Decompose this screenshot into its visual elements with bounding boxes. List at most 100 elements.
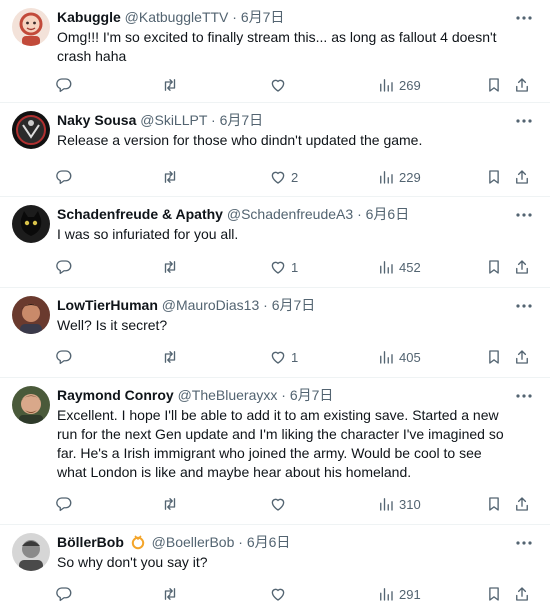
- tweet-date[interactable]: 6月6日: [366, 206, 410, 222]
- bookmark-button[interactable]: [485, 347, 503, 367]
- author-name[interactable]: BöllerBob: [57, 534, 124, 550]
- retweet-button[interactable]: [161, 167, 179, 187]
- more-horizontal-icon[interactable]: [514, 111, 534, 131]
- more-horizontal-icon[interactable]: [514, 296, 534, 316]
- retweet-button[interactable]: [161, 257, 179, 277]
- avatar[interactable]: [12, 205, 50, 243]
- tweet-date[interactable]: 6月7日: [290, 387, 334, 403]
- author-name[interactable]: Naky Sousa: [57, 112, 136, 128]
- author-handle[interactable]: @BoellerBob: [152, 534, 235, 550]
- more-horizontal-icon[interactable]: [514, 386, 534, 406]
- share-button[interactable]: [513, 494, 531, 514]
- tweet-date[interactable]: 6月7日: [241, 9, 285, 25]
- share-button[interactable]: [513, 347, 531, 367]
- share-button[interactable]: [513, 257, 531, 277]
- view-count: 405: [399, 349, 421, 365]
- views-chart-icon: [380, 351, 393, 364]
- avatar[interactable]: [12, 533, 50, 571]
- heart-icon: [271, 79, 285, 92]
- views-chart-icon: [380, 171, 393, 184]
- view-count: 229: [399, 169, 421, 185]
- more-horizontal-icon[interactable]: [514, 533, 534, 553]
- retweet-icon: [164, 498, 176, 510]
- retweet-button[interactable]: [161, 584, 179, 604]
- bookmark-button[interactable]: [485, 257, 503, 277]
- heart-icon: [271, 171, 285, 184]
- like-button[interactable]: 1: [269, 257, 298, 277]
- retweet-button[interactable]: [161, 494, 179, 514]
- reply-button[interactable]: [55, 257, 73, 277]
- share-icon: [516, 497, 528, 511]
- author-name[interactable]: Schadenfreude & Apathy: [57, 206, 223, 222]
- view-count: 310: [399, 496, 421, 512]
- views-button[interactable]: 229: [377, 167, 421, 187]
- reply-button[interactable]: [55, 584, 73, 604]
- like-button[interactable]: [269, 584, 291, 604]
- like-button[interactable]: [269, 75, 291, 95]
- tweet-date[interactable]: 6月7日: [272, 297, 316, 313]
- bookmark-button[interactable]: [485, 75, 503, 95]
- share-icon: [516, 587, 528, 601]
- view-count: 291: [399, 586, 421, 602]
- views-button[interactable]: 291: [377, 584, 421, 604]
- bookmark-icon: [489, 497, 499, 511]
- like-button[interactable]: [269, 494, 291, 514]
- views-button[interactable]: 269: [377, 75, 421, 95]
- tweet-date[interactable]: 6月6日: [247, 534, 291, 550]
- tweet-date[interactable]: 6月7日: [220, 112, 264, 128]
- more-horizontal-icon[interactable]: [514, 205, 534, 225]
- avatar-image: [12, 111, 50, 149]
- reply-button[interactable]: [55, 347, 73, 367]
- views-button[interactable]: 452: [377, 257, 421, 277]
- views-chart-icon: [380, 588, 393, 601]
- retweet-button[interactable]: [161, 75, 179, 95]
- avatar[interactable]: [12, 386, 50, 424]
- avatar[interactable]: [12, 8, 50, 46]
- views-button[interactable]: 405: [377, 347, 421, 367]
- reply-icon: [56, 587, 72, 602]
- tweet[interactable]: Kabuggle @KatbuggleTTV · 6月7日 Omg!!! I'm…: [0, 0, 550, 103]
- author-name[interactable]: LowTierHuman: [57, 297, 158, 313]
- like-button[interactable]: 1: [269, 347, 298, 367]
- tweet[interactable]: Raymond Conroy @TheBluerayxx · 6月7日 Exce…: [0, 378, 550, 525]
- bookmark-icon: [489, 260, 499, 274]
- reply-button[interactable]: [55, 494, 73, 514]
- tweet[interactable]: Schadenfreude & Apathy @SchadenfreudeA3 …: [0, 197, 550, 288]
- bookmark-button[interactable]: [485, 167, 503, 187]
- author-handle[interactable]: @KatbuggleTTV: [125, 9, 229, 25]
- share-button[interactable]: [513, 584, 531, 604]
- bookmark-button[interactable]: [485, 494, 503, 514]
- retweet-button[interactable]: [161, 347, 179, 367]
- like-button[interactable]: 2: [269, 167, 298, 187]
- avatar[interactable]: [12, 296, 50, 334]
- tweet-text: So why don't you say it?: [57, 554, 208, 570]
- view-count: 269: [399, 77, 421, 93]
- bookmark-button[interactable]: [485, 584, 503, 604]
- more-horizontal-icon[interactable]: [514, 8, 534, 28]
- author-name[interactable]: Raymond Conroy: [57, 387, 174, 403]
- author-handle[interactable]: @TheBluerayxx: [178, 387, 278, 403]
- share-icon: [516, 260, 528, 274]
- separator-dot: ·: [211, 112, 216, 128]
- share-button[interactable]: [513, 75, 531, 95]
- heart-icon: [271, 351, 285, 364]
- like-count: 1: [291, 259, 299, 275]
- bookmark-icon: [489, 350, 499, 364]
- author-handle[interactable]: @SchadenfreudeA3: [227, 206, 353, 222]
- share-icon: [516, 350, 528, 364]
- tweet[interactable]: BöllerBob @BoellerBob · 6月6日 So why don'…: [0, 525, 550, 615]
- reply-button[interactable]: [55, 167, 73, 187]
- tweet[interactable]: Naky Sousa @SkiLLPT · 6月7日 Release a ver…: [0, 103, 550, 197]
- avatar[interactable]: [12, 111, 50, 149]
- author-name[interactable]: Kabuggle: [57, 9, 121, 25]
- reply-icon: [56, 497, 72, 512]
- share-button[interactable]: [513, 167, 531, 187]
- author-handle[interactable]: @SkiLLPT: [140, 112, 207, 128]
- reply-button[interactable]: [55, 75, 73, 95]
- tweet[interactable]: LowTierHuman @MauroDias13 · 6月7日 Well? I…: [0, 288, 550, 378]
- like-count: 1: [291, 349, 299, 365]
- avatar-image: [12, 296, 50, 334]
- views-button[interactable]: 310: [377, 494, 421, 514]
- tweet-text: Well? Is it secret?: [57, 317, 168, 333]
- author-handle[interactable]: @MauroDias13: [162, 297, 259, 313]
